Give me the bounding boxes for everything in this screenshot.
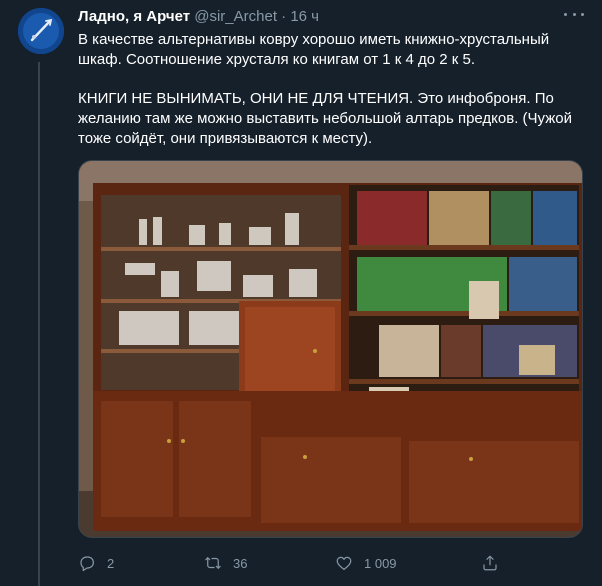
bookcase-photo	[79, 161, 582, 537]
reply-count: 2	[107, 555, 115, 571]
tweet-text: В качестве альтернативы ковру хорошо име…	[78, 30, 583, 149]
retweet-count: 36	[233, 555, 248, 571]
tweet-paragraph: КНИГИ НЕ ВЫНИМАТЬ, ОНИ НЕ ДЛЯ ЧТЕНИЯ. Эт…	[78, 90, 572, 147]
share-button[interactable]	[481, 552, 499, 574]
thread-line	[38, 62, 40, 586]
like-count: 1 009	[364, 555, 397, 571]
tweet-photo[interactable]	[78, 160, 583, 538]
reply-button[interactable]: 2	[78, 552, 114, 574]
avatar[interactable]	[18, 8, 64, 54]
tweet-header: Ладно, я Арчет @sir_Archet · 16 ч	[78, 8, 582, 28]
retweet-icon	[205, 556, 221, 570]
more-horizontal-icon	[564, 12, 584, 16]
tweet-actions: 2 36 1 009	[78, 552, 583, 574]
share-icon	[483, 555, 497, 571]
header-separator: ·	[281, 8, 287, 25]
tweet-paragraph: В качестве альтернативы ковру хорошо име…	[78, 31, 550, 68]
author-handle[interactable]: @sir_Archet	[194, 8, 277, 25]
avatar-image	[18, 8, 64, 54]
author-name[interactable]: Ладно, я Арчет	[78, 8, 190, 25]
tweet-time[interactable]: 16 ч	[290, 8, 319, 25]
retweet-button[interactable]: 36	[204, 552, 247, 574]
like-button[interactable]: 1 009	[335, 552, 397, 574]
heart-icon	[336, 556, 352, 570]
more-options-button[interactable]	[564, 7, 584, 21]
reply-icon	[80, 556, 94, 572]
